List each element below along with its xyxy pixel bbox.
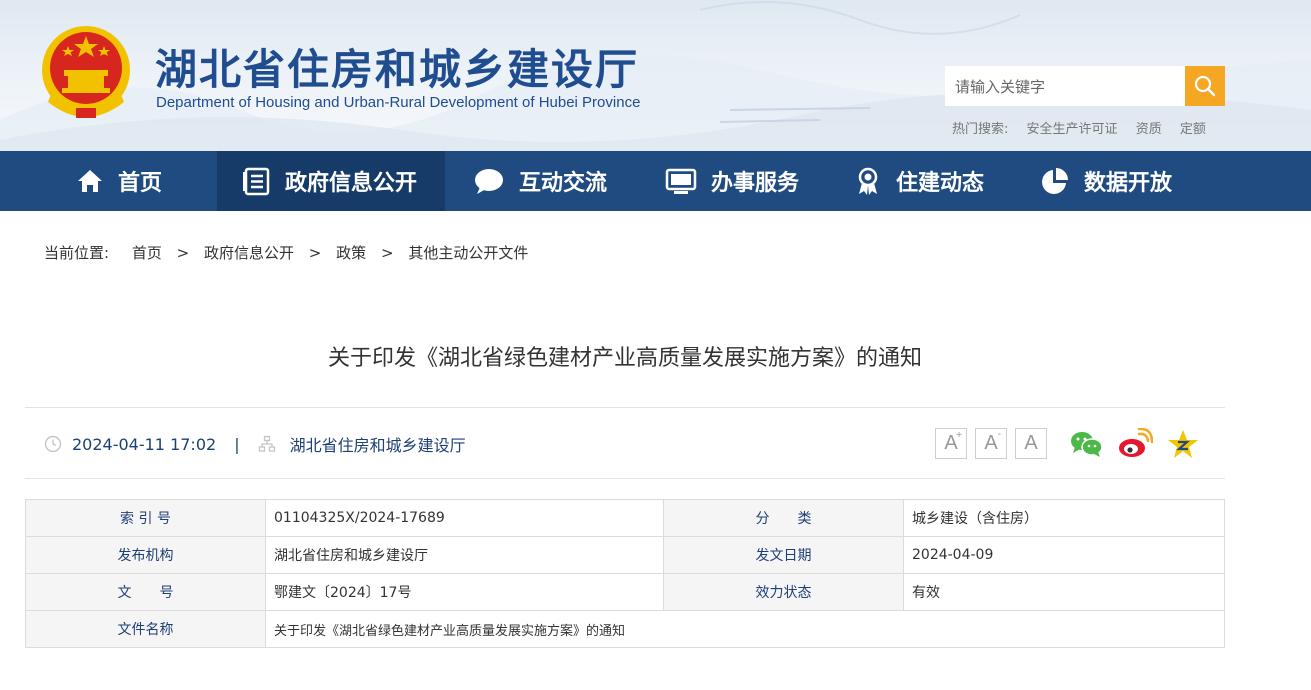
nav-item-label: 办事服务 xyxy=(711,171,800,196)
index-number-value: 01104325X/2024-17689 xyxy=(265,499,664,537)
index-number-label: 索 引 号 xyxy=(25,499,266,537)
file-name-label: 文件名称 xyxy=(25,610,266,648)
site-header: 湖北省住房和城乡建设厅 Department of Housing and Ur… xyxy=(0,0,1311,151)
search-icon xyxy=(1194,75,1216,97)
breadcrumb: 当前位置: 首页 > 政府信息公开 > 政策 > 其他主动公开文件 xyxy=(44,242,528,263)
weibo-icon xyxy=(1119,428,1153,457)
font-reset-button[interactable]: A xyxy=(1015,428,1047,459)
search-button[interactable] xyxy=(1185,66,1225,106)
share-buttons xyxy=(1068,426,1212,462)
file-name-value: 关于印发《湖北省绿色建材产业高质量发展实施方案》的通知 xyxy=(265,610,1225,648)
breadcrumb-item-other-files[interactable]: 其他主动公开文件 xyxy=(408,244,528,262)
meta-separator: | xyxy=(234,434,240,454)
wechat-icon xyxy=(1071,432,1103,457)
publisher-label: 发布机构 xyxy=(25,536,266,574)
nav-item-news[interactable]: 住建动态 xyxy=(830,151,1016,211)
publish-datetime: 2024-04-11 17:02 xyxy=(72,434,217,454)
nav-item-services[interactable]: 办事服务 xyxy=(637,151,830,211)
issue-date-label: 发文日期 xyxy=(663,536,904,574)
nav-item-label: 首页 xyxy=(118,171,163,196)
divider xyxy=(25,478,1225,479)
share-qzone-button[interactable] xyxy=(1164,426,1202,462)
nav-item-label: 住建动态 xyxy=(896,171,985,196)
monitor-icon xyxy=(665,168,697,194)
breadcrumb-separator: > xyxy=(380,244,394,262)
nav-item-label: 互动交流 xyxy=(519,171,608,196)
national-emblem-icon xyxy=(42,26,130,118)
hot-search: 热门搜索: 安全生产许可证 资质 定额 xyxy=(952,118,1220,137)
qzone-icon xyxy=(1168,430,1198,458)
hot-search-label: 热门搜索: xyxy=(952,122,1009,137)
breadcrumb-separator: > xyxy=(308,244,322,262)
clock-icon xyxy=(44,435,62,453)
site-subtitle: Department of Housing and Urban-Rural De… xyxy=(156,94,641,111)
table-row: 索 引 号 01104325X/2024-17689 分 类 城乡建设（含住房） xyxy=(25,499,1225,537)
nav-item-home[interactable]: 首页 xyxy=(0,151,217,211)
article-title: 关于印发《湖北省绿色建材产业高质量发展实施方案》的通知 xyxy=(327,346,922,371)
nav-item-open-data[interactable]: 数据开放 xyxy=(1016,151,1216,211)
table-row: 发布机构 湖北省住房和城乡建设厅 发文日期 2024-04-09 xyxy=(25,536,1225,574)
font-button-label: A xyxy=(1024,432,1038,454)
plus-icon: + xyxy=(956,430,962,441)
document-number-value: 鄂建文〔2024〕17号 xyxy=(265,573,664,611)
hot-search-item[interactable]: 定额 xyxy=(1180,122,1206,137)
publisher-value: 湖北省住房和城乡建设厅 xyxy=(265,536,664,574)
article-source: 湖北省住房和城乡建设厅 xyxy=(289,436,466,455)
breadcrumb-item-home[interactable]: 首页 xyxy=(132,244,162,262)
issue-date-value: 2024-04-09 xyxy=(903,536,1225,574)
table-row: 文 号 鄂建文〔2024〕17号 效力状态 有效 xyxy=(25,573,1225,611)
organization-icon xyxy=(258,435,275,452)
home-icon xyxy=(78,170,102,192)
breadcrumb-label: 当前位置: xyxy=(44,244,110,262)
divider xyxy=(25,407,1225,408)
chat-bubble-icon xyxy=(475,169,503,194)
pie-chart-icon xyxy=(1042,168,1068,194)
article-meta: 2024-04-11 17:02 | 湖北省住房和城乡建设厅 xyxy=(44,432,466,456)
hot-search-item[interactable]: 安全生产许可证 xyxy=(1027,122,1118,137)
share-wechat-button[interactable] xyxy=(1068,426,1106,462)
search-placeholder: 请输入关键字 xyxy=(955,77,1046,96)
search-input[interactable]: 请输入关键字 xyxy=(945,66,1185,106)
table-row: 文件名称 关于印发《湖北省绿色建材产业高质量发展实施方案》的通知 xyxy=(25,610,1225,648)
validity-value: 有效 xyxy=(903,573,1225,611)
font-button-label: A xyxy=(984,432,998,454)
font-decrease-button[interactable]: A - xyxy=(975,428,1007,459)
breadcrumb-item-gov-info[interactable]: 政府信息公开 xyxy=(204,244,294,262)
breadcrumb-separator: > xyxy=(176,244,190,262)
document-list-icon xyxy=(243,167,270,196)
award-icon xyxy=(858,167,878,195)
nav-item-label: 政府信息公开 xyxy=(285,171,418,196)
document-info-table: 索 引 号 01104325X/2024-17689 分 类 城乡建设（含住房）… xyxy=(25,499,1225,648)
nav-item-gov-info[interactable]: 政府信息公开 xyxy=(217,151,445,211)
category-label: 分 类 xyxy=(663,499,904,537)
hot-search-item[interactable]: 资质 xyxy=(1136,122,1162,137)
validity-label: 效力状态 xyxy=(663,573,904,611)
category-value: 城乡建设（含住房） xyxy=(903,499,1225,537)
font-size-controls: A + A - A xyxy=(935,428,1055,459)
share-weibo-button[interactable] xyxy=(1116,426,1154,462)
minus-icon: - xyxy=(997,429,1001,440)
site-title: 湖北省住房和城乡建设厅 xyxy=(155,45,640,94)
nav-item-label: 数据开放 xyxy=(1084,171,1173,196)
font-increase-button[interactable]: A + xyxy=(935,428,967,459)
main-nav: 首页 政府信息公开 互动交流 办事服务 住建动态 数据开放 xyxy=(0,151,1311,211)
breadcrumb-item-policy[interactable]: 政策 xyxy=(336,244,366,262)
document-number-label: 文 号 xyxy=(25,573,266,611)
nav-item-interaction[interactable]: 互动交流 xyxy=(445,151,637,211)
